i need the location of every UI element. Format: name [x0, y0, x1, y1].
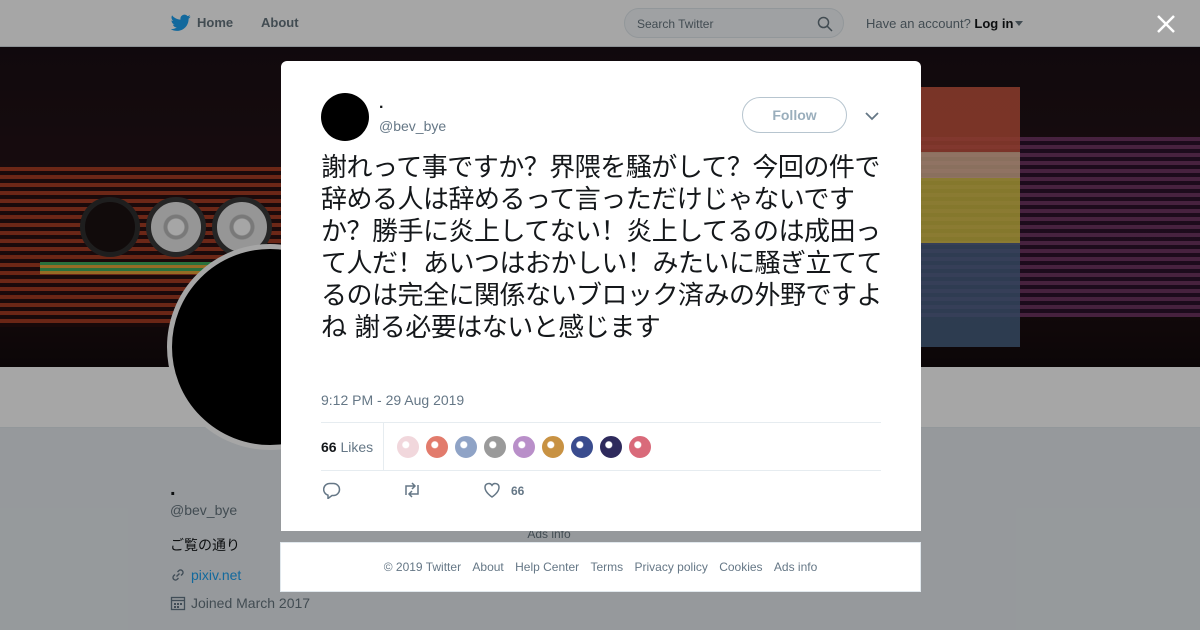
chevron-down-icon[interactable] — [865, 111, 879, 121]
footer: © 2019 Twitter About Help Center Terms P… — [280, 542, 921, 592]
liker-avatar[interactable] — [570, 435, 594, 459]
tweet-actions: 66 — [321, 481, 881, 501]
footer-privacy-link[interactable]: Privacy policy — [635, 543, 708, 591]
footer-help-link[interactable]: Help Center — [515, 543, 579, 591]
liker-avatar[interactable] — [483, 435, 507, 459]
likes-stat[interactable]: 66 Likes — [321, 439, 373, 455]
liker-avatar[interactable] — [396, 435, 420, 459]
liker-avatar[interactable] — [454, 435, 478, 459]
footer-copyright: © 2019 Twitter — [383, 560, 462, 574]
liker-avatar[interactable] — [425, 435, 449, 459]
tweet-text: 謝れって事ですか？界隈を騒がして？今回の件で辞める人は辞めるって言っただけじゃな… — [321, 153, 883, 343]
like-count: 66 — [511, 484, 525, 498]
likes-label: Likes — [340, 439, 374, 455]
footer-cookies-link[interactable]: Cookies — [719, 543, 762, 591]
tweet-modal: . @bev_bye Follow 謝れって事ですか？界隈を騒がして？今回の件で… — [281, 61, 921, 531]
tweet-author-avatar[interactable] — [321, 93, 369, 141]
liker-avatar[interactable] — [512, 435, 536, 459]
liker-avatar[interactable] — [628, 435, 652, 459]
liker-avatar[interactable] — [599, 435, 623, 459]
tweet-author-name[interactable]: . — [379, 95, 383, 113]
tweet-stats: 66 Likes — [321, 422, 881, 471]
follow-button[interactable]: Follow — [742, 97, 847, 133]
tweet-timestamp[interactable]: 9:12 PM - 29 Aug 2019 — [321, 392, 464, 408]
close-icon[interactable] — [1155, 13, 1177, 35]
footer-ads-link[interactable]: Ads info — [774, 543, 817, 591]
tweet-author-handle[interactable]: @bev_bye — [379, 118, 446, 134]
retweet-icon[interactable] — [402, 481, 422, 499]
stats-divider — [383, 423, 384, 470]
footer-about-link[interactable]: About — [472, 543, 503, 591]
likes-number: 66 — [321, 439, 337, 455]
footer-terms-link[interactable]: Terms — [590, 543, 623, 591]
reply-icon[interactable] — [323, 481, 341, 499]
liker-avatar[interactable] — [541, 435, 565, 459]
like-icon[interactable] — [482, 481, 502, 499]
